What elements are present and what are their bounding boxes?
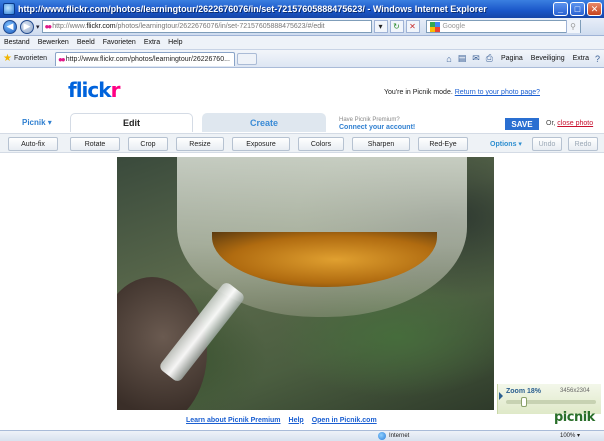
security-menu[interactable]: Beveiliging (531, 55, 565, 62)
menu-extra[interactable]: Extra (144, 39, 160, 46)
feeds-icon[interactable]: ▤ (458, 53, 467, 64)
open-picnik-link[interactable]: Open in Picnik.com (312, 417, 377, 424)
browser-tab[interactable]: ●● http://www.flickr.com/photos/learning… (55, 51, 236, 66)
photo-canvas: Zoom 18% 3456x2304 (0, 154, 604, 414)
status-bar: Internet 100% ▾ (0, 430, 604, 441)
crop-button[interactable]: Crop (128, 137, 168, 151)
google-icon (429, 21, 440, 32)
search-placeholder: Google (442, 23, 466, 30)
save-button[interactable]: SAVE (505, 118, 539, 130)
exposure-button[interactable]: Exposure (232, 137, 290, 151)
help-icon[interactable]: ? (595, 54, 600, 64)
site-favicon-icon: ●● (44, 22, 53, 31)
history-dropdown-icon[interactable]: ▾ (36, 23, 40, 31)
search-icon[interactable]: ⚲ (565, 20, 580, 33)
favorites-star-icon[interactable]: ★ (3, 53, 12, 64)
red-eye-button[interactable]: Red-Eye (418, 137, 468, 151)
close-photo-area: Or, close photo (546, 120, 593, 127)
security-zone: Internet (378, 432, 409, 440)
page-zoom-value: 100% (560, 433, 576, 439)
return-to-photo-link[interactable]: Return to your photo page? (455, 89, 540, 96)
address-bar: ◀ ▶ ▾ ●● http://www. flickr.com/photos/le… (0, 18, 604, 36)
resize-button[interactable]: Resize (176, 137, 224, 151)
edited-photo[interactable] (117, 157, 494, 410)
url-path: /photos/learningtour/2622676076/in/set-7… (115, 23, 325, 30)
edit-toolbar: Auto-fix Rotate Crop Resize Exposure Col… (0, 133, 604, 153)
flickr-logo[interactable]: flickr (68, 78, 121, 102)
favorites-button[interactable]: Favorieten (14, 55, 47, 62)
page-zoom[interactable]: 100% ▾ (560, 432, 580, 439)
refresh-icon[interactable]: ↻ (389, 20, 404, 33)
url-input[interactable]: ●● http://www. flickr.com/photos/learning… (41, 20, 372, 33)
new-tab-button[interactable] (237, 52, 258, 65)
print-icon[interactable]: ⎙ (486, 53, 493, 64)
flickr-logo-r: r (110, 78, 121, 102)
menu-favorieten[interactable]: Favorieten (103, 39, 136, 46)
zoom-slider[interactable] (506, 397, 596, 407)
menu-beeld[interactable]: Beeld (77, 39, 95, 46)
learn-premium-link[interactable]: Learn about Picnik Premium (186, 417, 281, 424)
redo-button[interactable]: Redo (568, 137, 598, 151)
window-title: http://www.flickr.com/photos/learningtou… (18, 4, 487, 14)
flickr-logo-main: flick (68, 78, 112, 102)
rotate-button[interactable]: Rotate (70, 137, 120, 151)
favorites-bar: ★ Favorieten ●● http://www.flickr.com/ph… (0, 50, 604, 68)
url-dropdown-icon[interactable]: ▾ (373, 20, 388, 33)
tab-create[interactable]: Create (202, 113, 326, 132)
picnik-mode-notice: You're in Picnik mode. Return to your ph… (384, 89, 540, 96)
picnik-logo: picnik (554, 410, 595, 425)
back-button[interactable]: ◀ (3, 19, 17, 34)
help-link[interactable]: Help (289, 417, 304, 424)
options-label: Options (490, 140, 517, 148)
connect-account-link[interactable]: Connect your account! (339, 124, 415, 131)
picnik-mode-text: You're in Picnik mode. (384, 89, 453, 96)
menu-bar: Bestand Bewerken Beeld Favorieten Extra … (0, 36, 604, 50)
globe-icon (378, 432, 386, 440)
page-menu[interactable]: Pagina (501, 55, 523, 62)
close-photo-link[interactable]: close photo (557, 120, 593, 127)
premium-question: Have Picnik Premium? (339, 117, 400, 123)
maximize-button[interactable]: □ (570, 2, 585, 16)
colors-button[interactable]: Colors (298, 137, 344, 151)
zoom-toggle-icon[interactable] (499, 392, 503, 400)
url-domain: flickr.com (86, 23, 116, 30)
image-dimensions: 3456x2304 (560, 388, 590, 394)
search-input[interactable]: Google ⚲ (425, 20, 581, 33)
options-button[interactable]: Options ▾ (486, 137, 526, 151)
menu-bewerken[interactable]: Bewerken (38, 39, 69, 46)
picnik-menu-label: Picnik (22, 118, 46, 127)
zoom-label: Zoom 18% (506, 388, 542, 395)
auto-fix-button[interactable]: Auto-fix (8, 137, 58, 151)
close-button[interactable]: ✕ (587, 2, 602, 16)
mail-icon[interactable]: ✉ (472, 53, 480, 64)
stop-icon[interactable]: ✕ (405, 20, 420, 33)
forward-button[interactable]: ▶ (20, 19, 34, 34)
url-prefix: http://www. (52, 23, 87, 30)
menu-help[interactable]: Help (168, 39, 182, 46)
premium-connect[interactable]: Have Picnik Premium? Connect your accoun… (339, 116, 415, 132)
zone-label: Internet (389, 433, 410, 439)
picnik-tab-row: Picnik ▾ Edit Create Have Picnik Premium… (0, 108, 604, 132)
home-icon[interactable]: ⌂ (446, 54, 451, 64)
window-titlebar: http://www.flickr.com/photos/learningtou… (0, 0, 604, 18)
ie-icon (3, 3, 15, 15)
tab-favicon-icon: ●● (58, 54, 66, 64)
or-text: Or, (546, 120, 556, 127)
sharpen-button[interactable]: Sharpen (352, 137, 410, 151)
tab-title: http://www.flickr.com/photos/learningtou… (65, 55, 230, 63)
bottom-links: Learn about Picnik Premium Help Open in … (0, 412, 604, 428)
minimize-button[interactable]: _ (553, 2, 568, 16)
tools-menu[interactable]: Extra (573, 55, 589, 62)
flickr-header: flickr You're in Picnik mode. Return to … (0, 68, 604, 102)
zoom-slider-thumb[interactable] (521, 397, 527, 407)
undo-button[interactable]: Undo (532, 137, 562, 151)
picnik-menu[interactable]: Picnik ▾ (22, 118, 52, 127)
menu-bestand[interactable]: Bestand (4, 39, 30, 46)
tab-edit[interactable]: Edit (70, 113, 193, 132)
